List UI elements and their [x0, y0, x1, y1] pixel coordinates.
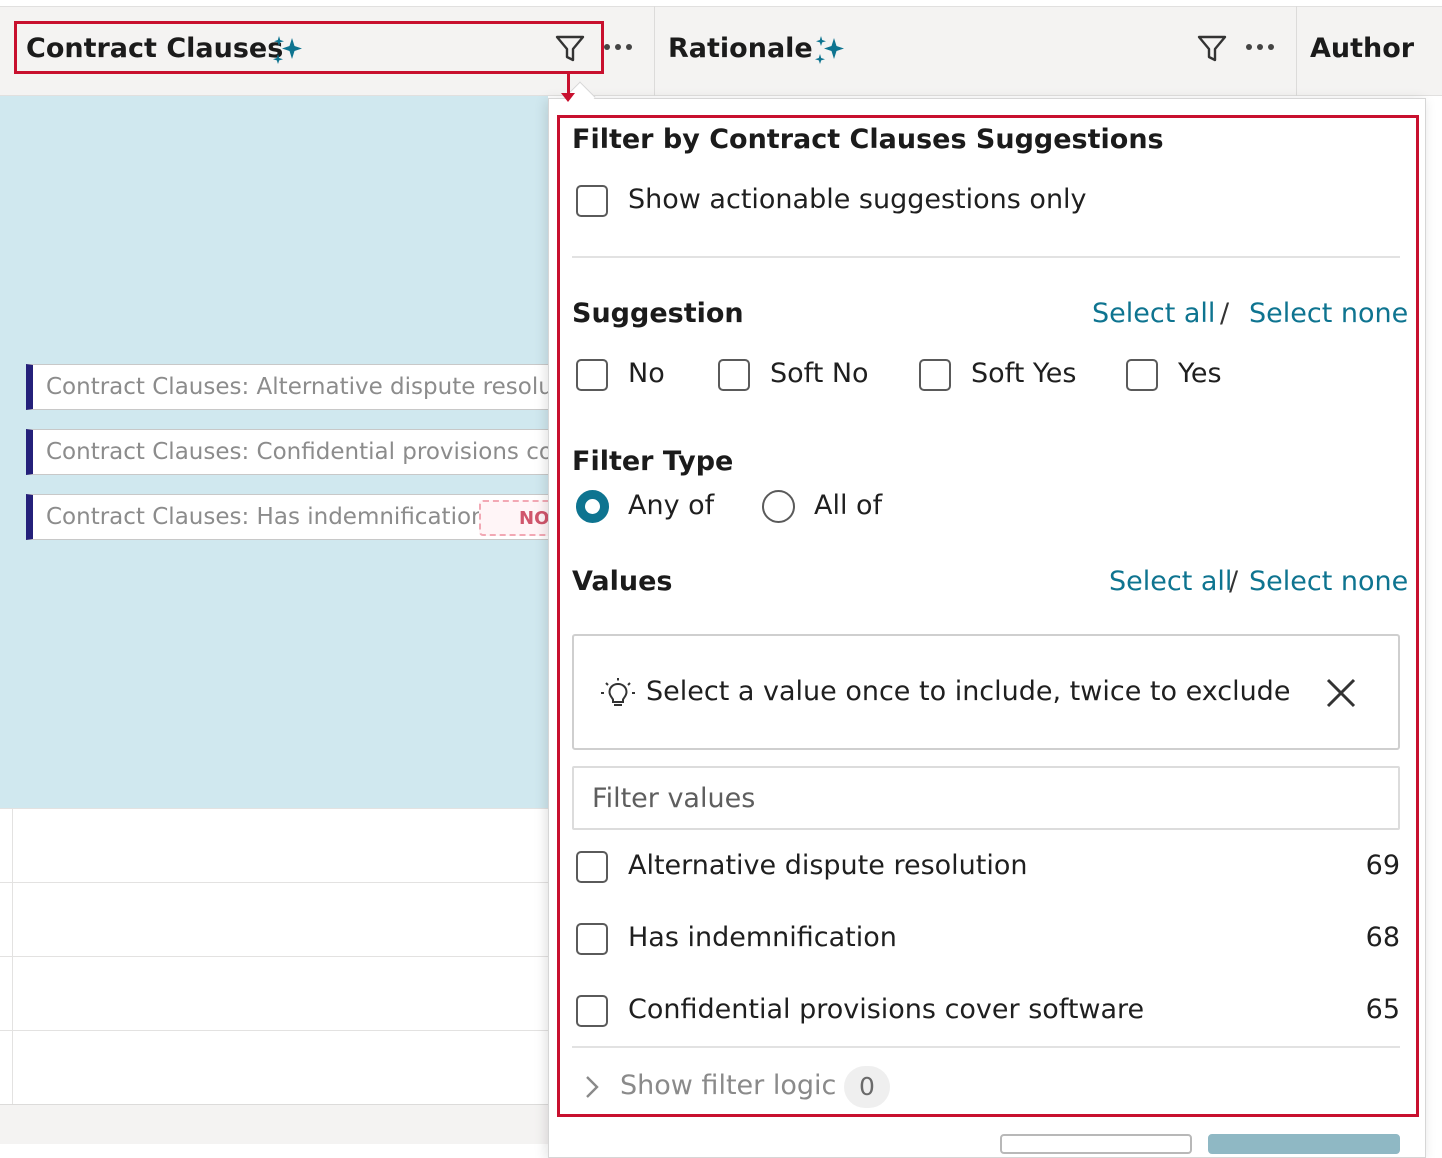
suggestion-badge: NO — [479, 500, 555, 536]
grid-line — [0, 956, 548, 957]
highlight-header-filter — [14, 21, 604, 74]
suggestion-chip[interactable]: Contract Clauses: Confidential provision… — [26, 429, 556, 475]
grid-line — [0, 1030, 548, 1031]
footer-secondary-button[interactable] — [1000, 1134, 1192, 1154]
highlight-filter-popover — [557, 115, 1419, 1117]
suggestion-chip[interactable]: Contract Clauses: Has indemnification NO — [26, 494, 556, 540]
suggestion-chip[interactable]: Contract Clauses: Alternative dispute re… — [26, 364, 556, 410]
column-separator — [1296, 6, 1297, 96]
sparkle-icon — [812, 32, 848, 72]
filter-icon[interactable] — [1196, 34, 1228, 64]
more-icon[interactable] — [1244, 40, 1276, 54]
highlight-connector-arrow — [561, 93, 575, 102]
footer-primary-button[interactable] — [1208, 1134, 1400, 1154]
chip-label: Contract Clauses: Alternative dispute re… — [46, 374, 556, 400]
column-header-rationale[interactable]: Rationale — [668, 33, 813, 64]
column-header-author[interactable]: Author — [1310, 33, 1414, 64]
grid-line — [0, 808, 548, 809]
column-separator — [654, 6, 655, 96]
chip-label: Contract Clauses: Confidential provision… — [46, 439, 556, 465]
table-footer — [0, 1104, 548, 1144]
chip-label: Contract Clauses: Has indemnification — [46, 504, 486, 530]
more-icon[interactable] — [602, 40, 634, 54]
grid-line — [0, 882, 548, 883]
